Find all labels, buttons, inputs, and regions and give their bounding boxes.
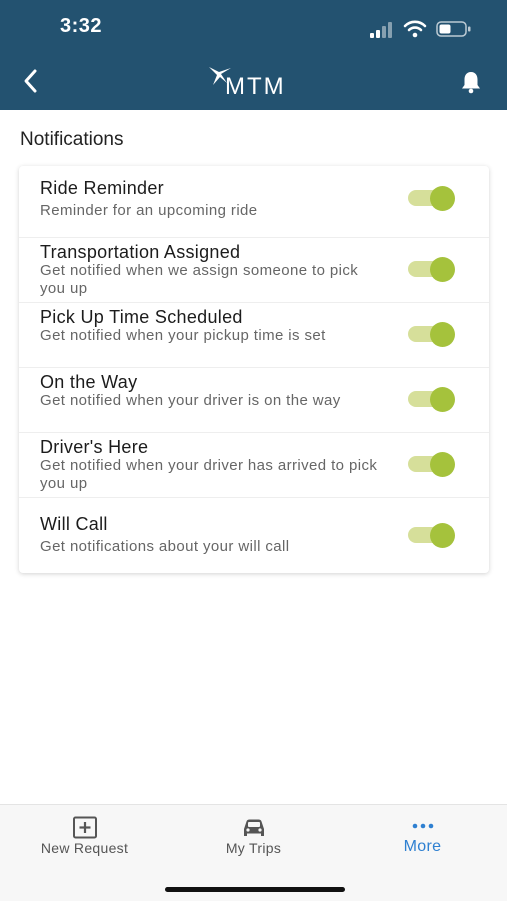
page-title: Notifications — [20, 129, 124, 150]
transportation-assigned-toggle[interactable] — [408, 257, 456, 282]
notification-title: Pick Up Time Scheduled — [40, 307, 243, 327]
tab-more[interactable]: More — [338, 805, 507, 875]
status-icons — [370, 20, 480, 40]
bell-icon[interactable] — [458, 69, 484, 95]
tab-label: My Trips — [225, 840, 282, 856]
notification-row-ride-reminder: Ride Reminder Reminder for an upcoming r… — [19, 166, 489, 238]
notification-description: Get notified when your driver is on the … — [40, 392, 341, 409]
notification-description: Get notified when we assign someone to p… — [40, 262, 359, 297]
tab-label: New Request — [40, 840, 129, 856]
tab-new-request[interactable]: New Request — [0, 805, 169, 875]
bottom-tab-bar: New Request My Trips More — [0, 804, 507, 901]
app-header: 3:32 MTM — [0, 0, 507, 110]
tab-label: More — [403, 838, 442, 855]
back-arrow-icon[interactable] — [18, 66, 46, 96]
wifi-icon — [403, 20, 427, 38]
mtm-logo: MTM — [203, 62, 303, 102]
cellular-signal-icon — [370, 22, 392, 38]
home-indicator — [165, 887, 345, 892]
drivers-here-toggle[interactable] — [408, 452, 456, 477]
notification-description: Get notifications about your will call — [40, 538, 290, 555]
battery-icon — [436, 21, 471, 37]
will-call-toggle[interactable] — [408, 523, 456, 548]
notification-description: Reminder for an upcoming ride — [40, 202, 258, 219]
notification-description: Get notified when your pickup time is se… — [40, 327, 326, 344]
more-dots-icon — [412, 823, 434, 829]
on-the-way-toggle[interactable] — [408, 387, 456, 412]
notification-row-pick-up-time-scheduled: Pick Up Time Scheduled Get notified when… — [19, 303, 489, 368]
notification-title: Transportation Assigned — [40, 242, 241, 262]
car-icon — [244, 819, 264, 836]
status-time: 3:32 — [60, 15, 103, 37]
notifications-card: Ride Reminder Reminder for an upcoming r… — [19, 166, 489, 573]
tab-my-trips[interactable]: My Trips — [169, 805, 338, 875]
notification-row-will-call: Will Call Get notifications about your w… — [19, 498, 489, 573]
plus-square-icon — [73, 816, 97, 839]
notification-title: Driver's Here — [40, 437, 149, 457]
notification-title: Ride Reminder — [40, 178, 164, 198]
notification-row-on-the-way: On the Way Get notified when your driver… — [19, 368, 489, 433]
logo-text: MTM — [225, 73, 286, 100]
notification-description: Get notified when your driver has arrive… — [40, 457, 378, 492]
notification-title: On the Way — [40, 372, 138, 392]
ride-reminder-toggle[interactable] — [408, 186, 456, 211]
pick-up-time-scheduled-toggle[interactable] — [408, 322, 456, 347]
notification-row-transportation-assigned: Transportation Assigned Get notified whe… — [19, 238, 489, 303]
notification-row-drivers-here: Driver's Here Get notified when your dri… — [19, 433, 489, 498]
notification-title: Will Call — [40, 514, 108, 534]
